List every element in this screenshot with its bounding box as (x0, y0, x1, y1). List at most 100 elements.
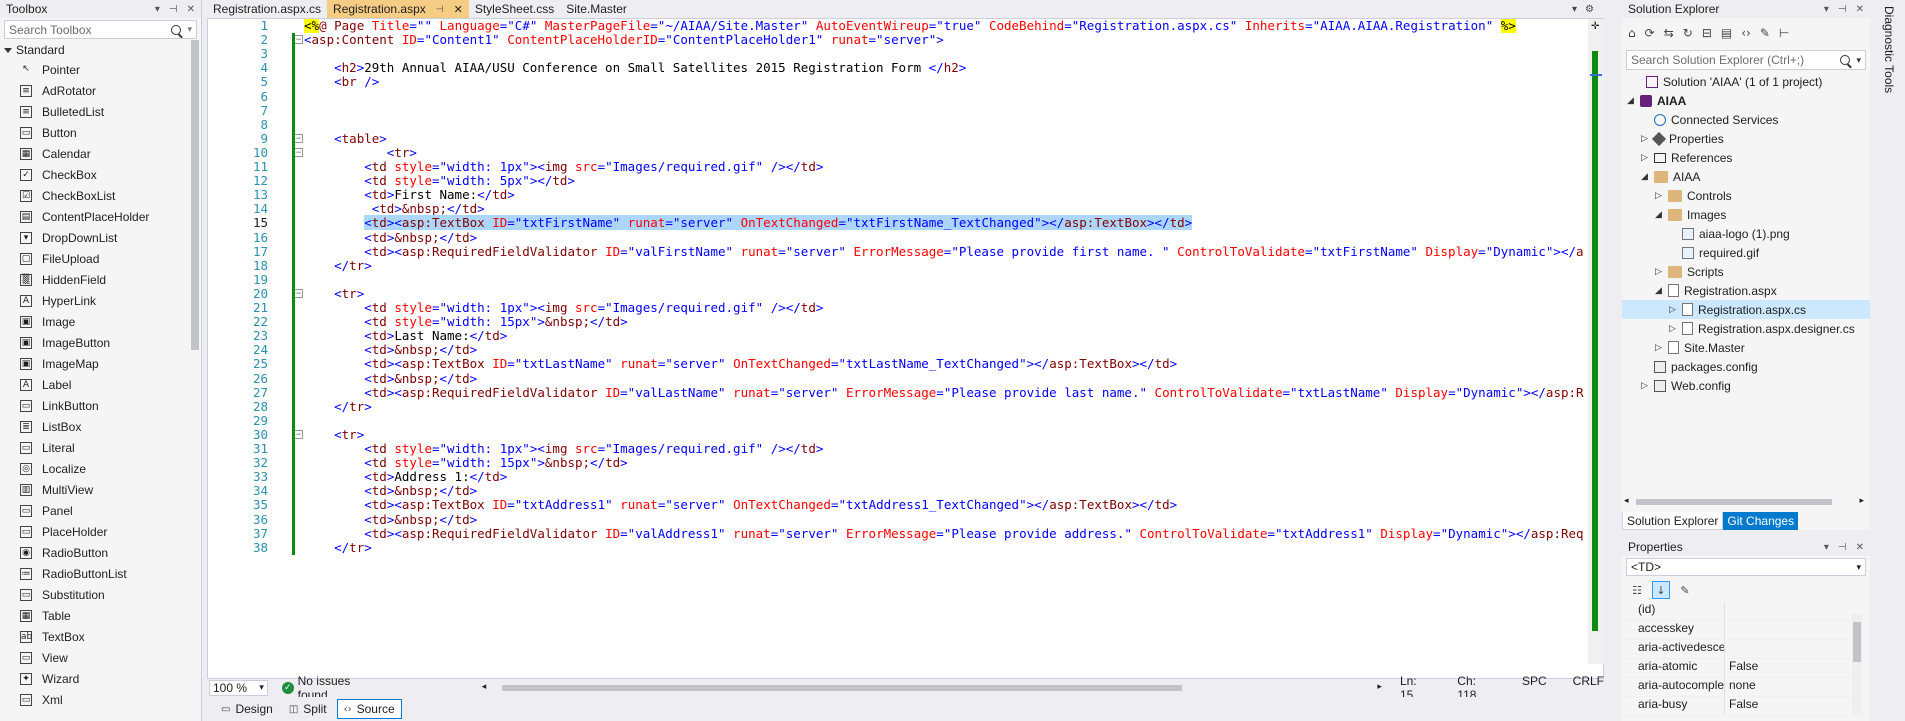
tree-item[interactable]: required.gif (1622, 243, 1870, 262)
fold-toggle-icon[interactable]: − (294, 429, 303, 439)
toolbox-item-radiobutton[interactable]: ◉ RadioButton (0, 542, 201, 563)
collapsed-icon[interactable]: ▷ (1654, 267, 1663, 277)
property-value[interactable]: False (1724, 659, 1870, 677)
fold-toggle-icon[interactable]: − (294, 133, 303, 143)
property-row[interactable]: aria-busy False (1622, 697, 1870, 716)
property-value[interactable] (1724, 621, 1870, 639)
toolbox-item-textbox[interactable]: ab TextBox (0, 626, 201, 647)
source-view-button[interactable]: ‹› Source (336, 699, 402, 719)
property-row[interactable]: aria-atomic False (1622, 659, 1870, 678)
switch-views-icon[interactable]: ⟳ (1645, 26, 1655, 40)
collapsed-icon[interactable]: ▷ (1640, 134, 1649, 144)
collapse-icon[interactable] (4, 47, 12, 53)
code-editor[interactable]: 1 2 3 4 5 6 7 8 9 10 11 12 13 14 15 16 17 18 19 20 21 22 23 24 2… (207, 18, 1604, 681)
tree-item[interactable]: Solution 'AIAA' (1 of 1 project) (1622, 72, 1870, 91)
scroll-thumb[interactable] (1853, 622, 1861, 662)
toolbox-item-panel[interactable]: ▭ Panel (0, 500, 201, 521)
home-icon[interactable]: ⌂ (1628, 26, 1636, 40)
property-row[interactable]: aria-autocompletenone (1622, 678, 1870, 697)
tree-item[interactable]: packages.config (1622, 357, 1870, 376)
toolbox-scrollbar[interactable] (191, 40, 199, 350)
categorized-icon[interactable]: ☷ (1628, 581, 1646, 599)
solution-explorer-search-input[interactable]: Search Solution Explorer (Ctrl+;) ▾ (1626, 50, 1866, 70)
tab-registration-aspx-cs[interactable]: Registration.aspx.cs (207, 0, 327, 18)
toolbox-item-imagemap[interactable]: ▣ ImageMap (0, 353, 201, 374)
dropdown-icon[interactable]: ▾ (155, 4, 160, 15)
show-all-files-icon[interactable]: ▤ (1721, 26, 1732, 40)
tree-item[interactable]: ▷ Registration.aspx.designer.cs (1622, 319, 1870, 338)
tree-item[interactable]: ◢ Images (1622, 205, 1870, 224)
toolbox-search-input[interactable]: Search Toolbox ▾ (4, 20, 197, 39)
tab-registration-aspx[interactable]: Registration.aspx ⊣ ✕ (327, 0, 469, 18)
toolbox-item-radiobuttonlist[interactable]: ≔ RadioButtonList (0, 563, 201, 584)
code-area[interactable]: <%@ Page Title="" Language="C#" MasterPa… (304, 19, 1584, 664)
settings-gear-icon[interactable]: ⚙ (1585, 4, 1594, 15)
close-icon[interactable]: ✕ (1856, 542, 1864, 553)
close-icon[interactable]: ✕ (187, 4, 195, 15)
pin-icon[interactable]: ⊣ (1838, 4, 1847, 15)
chevron-down-icon[interactable]: ▾ (187, 24, 192, 35)
toolbox-item-linkbutton[interactable]: ▭ LinkButton (0, 395, 201, 416)
toolbox-item-multiview[interactable]: ▥ MultiView (0, 479, 201, 500)
property-value[interactable]: False (1724, 697, 1870, 715)
property-value[interactable] (1724, 640, 1870, 658)
collapsed-icon[interactable]: ▷ (1668, 324, 1677, 334)
tab-git-changes[interactable]: Git Changes (1723, 512, 1799, 530)
expanded-icon[interactable]: ◢ (1654, 210, 1663, 220)
toolbox-item-button[interactable]: ▭ Button (0, 122, 201, 143)
toolbox-item-hiddenfield[interactable]: ▒ HiddenField (0, 269, 201, 290)
toolbox-item-dropdownlist[interactable]: ▾ DropDownList (0, 227, 201, 248)
search-icon[interactable] (171, 24, 182, 35)
tree-item[interactable]: ▷ Controls (1622, 186, 1870, 205)
toolbox-item-checkbox[interactable]: ✓ CheckBox (0, 164, 201, 185)
tree-item[interactable]: ◢ Registration.aspx (1622, 281, 1870, 300)
toolbox-item-substitution[interactable]: ▭ Substitution (0, 584, 201, 605)
toolbox-item-localize[interactable]: ◎ Localize (0, 458, 201, 479)
toolbox-item-listbox[interactable]: ≣ ListBox (0, 416, 201, 437)
dropdown-icon[interactable]: ▾ (1824, 542, 1829, 553)
scroll-left-icon[interactable]: ◂ (482, 681, 487, 692)
collapsed-icon[interactable]: ▷ (1640, 153, 1649, 163)
expanded-icon[interactable]: ◢ (1654, 286, 1663, 296)
pin-icon[interactable]: ⊣ (1838, 542, 1847, 553)
tree-item[interactable]: ▷ Scripts (1622, 262, 1870, 281)
property-row[interactable]: aria-activedescend (1622, 640, 1870, 659)
toolbox-item-xml[interactable]: ▭ Xml (0, 689, 201, 710)
tab-stylesheet-css[interactable]: StyleSheet.css (469, 0, 560, 18)
toolbox-item-imagebutton[interactable]: ▣ ImageButton (0, 332, 201, 353)
refresh-icon[interactable]: ↻ (1683, 26, 1693, 40)
collapse-all-icon[interactable]: ⊟ (1702, 26, 1712, 40)
code-view-icon[interactable]: ‹› (1741, 26, 1751, 40)
code-line[interactable]: <h2>29th Annual AIAA/USU Conference on S… (304, 59, 966, 76)
toolbox-item-adrotator[interactable]: ≡ AdRotator (0, 80, 201, 101)
toolbox-item-wizard[interactable]: ✦ Wizard (0, 668, 201, 689)
editor-vertical-scrollbar[interactable]: ✛ (1588, 19, 1604, 664)
split-view-button[interactable]: ◫ Split (283, 699, 333, 719)
scroll-thumb[interactable] (501, 684, 1182, 691)
tree-item[interactable]: ▷ References (1622, 148, 1870, 167)
tree-item[interactable]: ◢ AIAA (1622, 91, 1870, 110)
toolbox-item-pointer[interactable]: ↖ Pointer (0, 59, 201, 80)
properties-object-select[interactable]: <TD> ▾ (1626, 558, 1866, 576)
properties-scrollbar[interactable] (1852, 614, 1862, 714)
diagnostic-tools-tab[interactable]: Diagnostic Tools (1882, 6, 1896, 93)
code-line[interactable]: </tr> (304, 398, 372, 415)
scroll-right-icon[interactable]: ▸ (1377, 681, 1382, 692)
pin-icon[interactable]: ⊣ (169, 4, 178, 15)
collapsed-icon[interactable]: ▷ (1640, 381, 1649, 391)
property-value[interactable] (1724, 602, 1870, 620)
toolbox-item-calendar[interactable]: ▦ Calendar (0, 143, 201, 164)
property-value[interactable]: none (1724, 678, 1870, 696)
close-icon[interactable]: ✕ (454, 3, 463, 16)
property-pages-icon[interactable]: ✎ (1676, 581, 1694, 599)
toolbox-item-view[interactable]: ▭ View (0, 647, 201, 668)
preview-icon[interactable]: ⊢ (1779, 26, 1789, 40)
toolbox-item-checkboxlist[interactable]: ☑ CheckBoxList (0, 185, 201, 206)
tab-site-master[interactable]: Site.Master (560, 0, 633, 18)
toolbox-item-image[interactable]: ▣ Image (0, 311, 201, 332)
alphabetical-icon[interactable]: ↓ (1652, 581, 1670, 599)
toolbox-item-fileupload[interactable]: ▢ FileUpload (0, 248, 201, 269)
tree-item[interactable]: ◢ AIAA (1622, 167, 1870, 186)
code-line[interactable]: <td><asp:RequiredFieldValidator ID="valA… (304, 525, 1584, 542)
collapsed-icon[interactable]: ▷ (1654, 343, 1663, 353)
